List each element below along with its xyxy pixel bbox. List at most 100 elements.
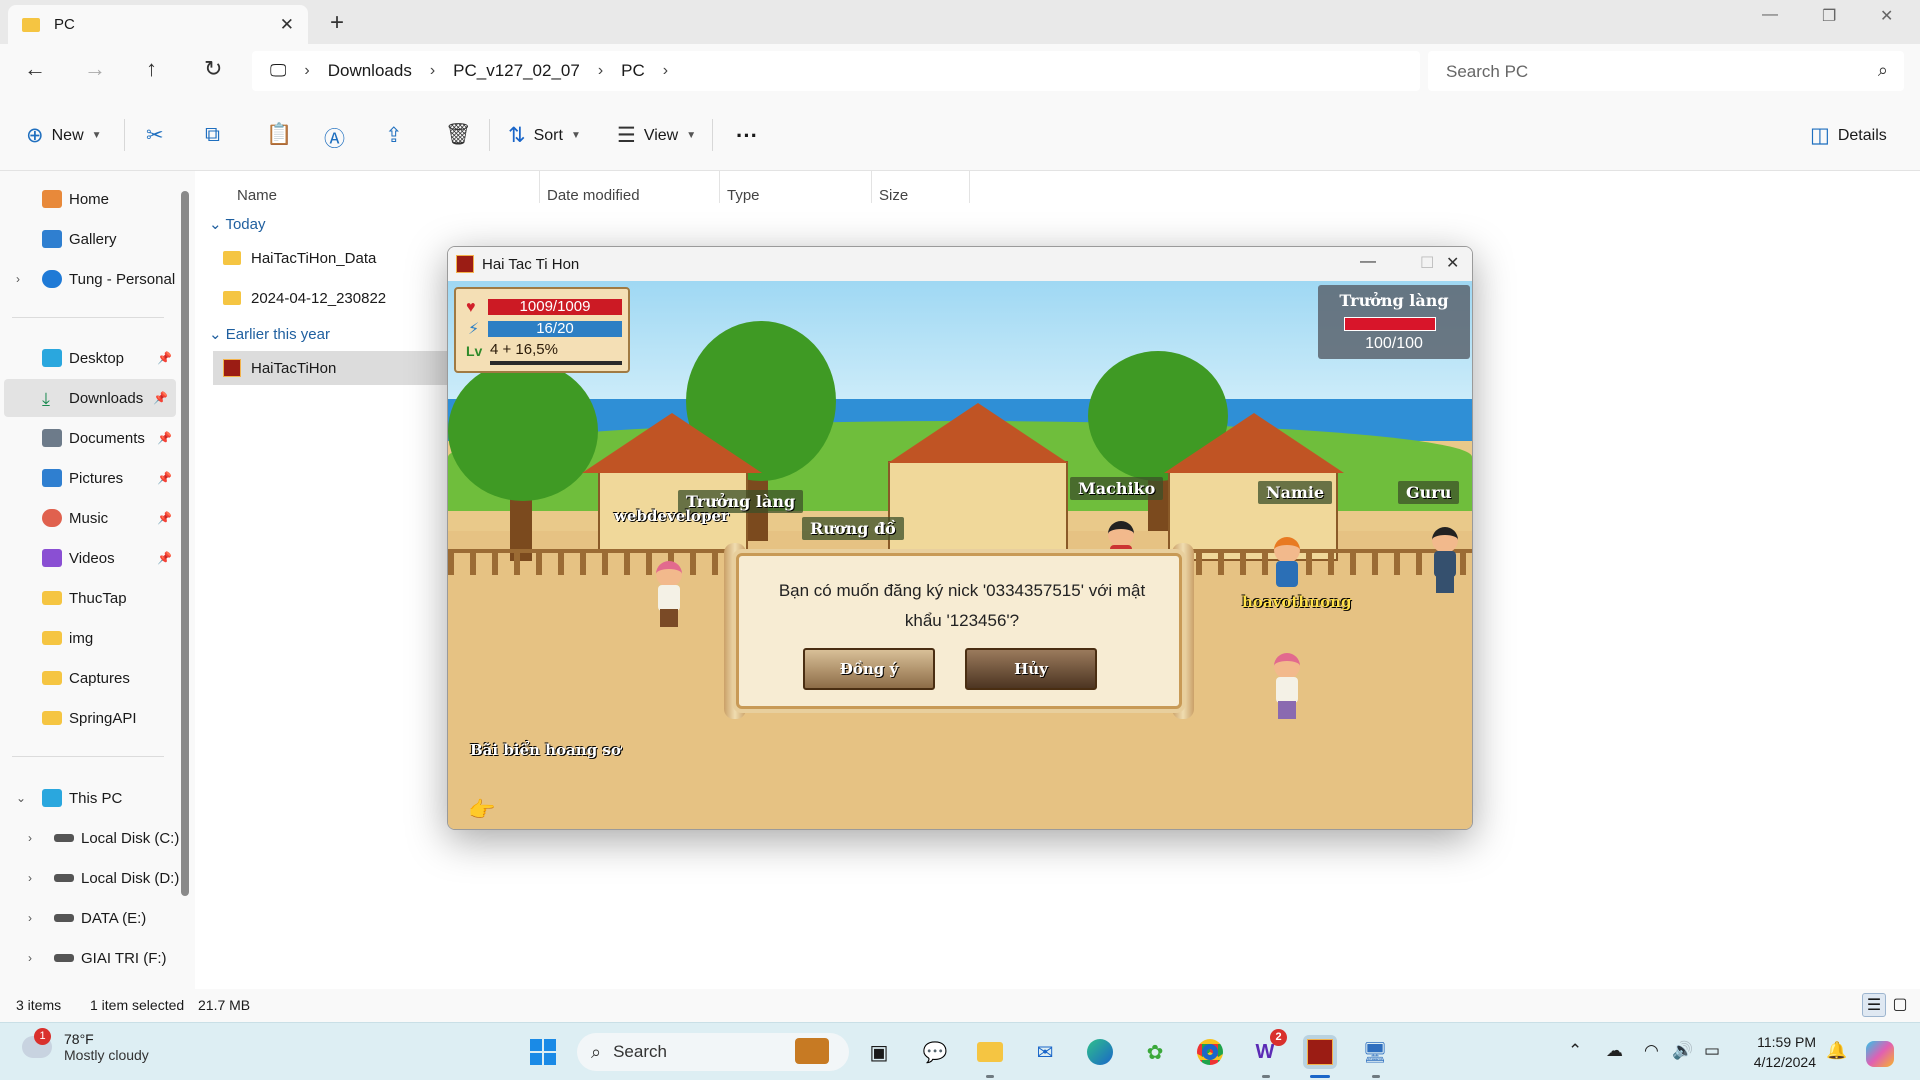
rename-button[interactable]: Ⓐ xyxy=(324,123,345,153)
tab-pc[interactable]: PC ✕ xyxy=(8,5,308,44)
sidebar-item-home[interactable]: Home xyxy=(0,180,180,218)
pin-icon[interactable]: 📌 xyxy=(153,391,168,405)
pin-icon[interactable]: 📌 xyxy=(157,471,172,485)
share-button[interactable]: ⇪ xyxy=(385,123,403,148)
pin-icon[interactable]: 📌 xyxy=(157,551,172,565)
minimize-button[interactable]: — xyxy=(1762,6,1778,24)
sidebar-item-documents[interactable]: Documents 📌 xyxy=(0,419,180,457)
chevron-right-icon[interactable]: › xyxy=(598,62,603,80)
chevron-right-icon[interactable]: › xyxy=(16,272,20,286)
close-tab-icon[interactable]: ✕ xyxy=(280,15,294,35)
app-w-icon[interactable]: W 2 xyxy=(1248,1029,1287,1069)
sidebar-item-img[interactable]: img xyxy=(0,619,180,657)
npc-label-namie[interactable]: Namie xyxy=(1258,481,1333,504)
view-button[interactable]: ☰ View ▼ xyxy=(617,123,696,148)
game-close-button[interactable]: ✕ xyxy=(1446,253,1459,273)
taskbar-search[interactable]: ⌕ Search xyxy=(577,1033,849,1071)
clock[interactable]: 11:59 PM 4/12/2024 xyxy=(1740,1032,1816,1072)
remote-desktop-icon[interactable]: 🖥 xyxy=(1358,1035,1392,1069)
player-label-webdeveloper[interactable]: webdeveloper xyxy=(614,507,729,525)
breadcrumb-pc-version[interactable]: PC_v127_02_07 xyxy=(453,61,580,81)
paste-button[interactable]: 📋 xyxy=(266,123,292,147)
more-options-icon[interactable]: ··· xyxy=(736,123,758,149)
sidebar-item-videos[interactable]: Videos 📌 xyxy=(0,539,180,577)
app-icon[interactable]: ✿ xyxy=(1138,1035,1172,1069)
chevron-right-icon[interactable]: › xyxy=(28,831,32,845)
cut-button[interactable]: ✂ xyxy=(146,123,164,148)
chevron-right-icon[interactable]: › xyxy=(304,62,309,80)
file-explorer-icon[interactable] xyxy=(973,1035,1007,1069)
pointing-hand-icon[interactable]: 👉 xyxy=(468,797,495,823)
sidebar-scrollbar[interactable] xyxy=(181,191,189,896)
back-button[interactable]: ← xyxy=(24,56,46,82)
pin-icon[interactable]: 📌 xyxy=(157,511,172,525)
sidebar-item-drive-e[interactable]: › DATA (E:) xyxy=(0,899,180,937)
up-button[interactable]: ↑ xyxy=(146,56,157,82)
edge-icon[interactable] xyxy=(1083,1035,1117,1069)
sidebar-item-drive-f[interactable]: › GIAI TRI (F:) xyxy=(0,939,180,977)
sidebar-item-downloads[interactable]: ⤓ Downloads 📌 xyxy=(4,379,176,417)
sidebar-item-gallery[interactable]: Gallery xyxy=(0,220,180,258)
column-type[interactable]: Type xyxy=(727,187,760,204)
details-view-button[interactable]: ☰ xyxy=(1862,993,1886,1017)
copy-button[interactable]: ⧉ xyxy=(205,123,220,147)
chevron-right-icon[interactable]: › xyxy=(663,62,668,80)
sort-button[interactable]: ⇅ Sort ▼ xyxy=(508,123,581,148)
sidebar-item-captures[interactable]: Captures xyxy=(0,659,180,697)
onedrive-icon[interactable]: ☁ xyxy=(1606,1041,1623,1061)
address-bar[interactable]: 🖵 › Downloads › PC_v127_02_07 › PC › xyxy=(252,51,1420,91)
game-titlebar[interactable]: Hai Tac Ti Hon — ☐ ✕ xyxy=(448,247,1472,281)
tiles-view-button[interactable]: ▢ xyxy=(1888,993,1912,1017)
sidebar-item-thispc[interactable]: ⌄ This PC xyxy=(0,779,180,817)
new-button[interactable]: ⊕ New ▼ xyxy=(26,123,102,148)
copilot-icon[interactable] xyxy=(1866,1041,1894,1067)
wifi-icon[interactable]: ◠ xyxy=(1644,1041,1659,1061)
breadcrumb-downloads[interactable]: Downloads xyxy=(328,61,412,81)
refresh-button[interactable]: ↻ xyxy=(204,56,222,82)
game-minimize-button[interactable]: — xyxy=(1360,253,1376,271)
sidebar-item-onedrive[interactable]: › Tung - Personal xyxy=(0,260,180,298)
chevron-right-icon[interactable]: › xyxy=(430,62,435,80)
group-earlier[interactable]: ⌄ Earlier this year xyxy=(209,325,330,343)
pin-icon[interactable]: 📌 xyxy=(157,431,172,445)
game-scene[interactable]: Trưởng làng webdeveloper Rương đồ Machik… xyxy=(448,281,1472,829)
mail-icon[interactable]: ✉ xyxy=(1028,1035,1062,1069)
npc-label-machiko[interactable]: Machiko xyxy=(1070,477,1164,500)
sidebar-item-drive-c[interactable]: › Local Disk (C:) xyxy=(0,819,180,857)
sidebar-item-springapi[interactable]: SpringAPI xyxy=(0,699,180,737)
chevron-down-icon[interactable]: ⌄ xyxy=(16,791,26,805)
chrome-icon[interactable] xyxy=(1193,1035,1227,1069)
details-button[interactable]: ◫ Details xyxy=(1810,123,1887,148)
breadcrumb-pc[interactable]: PC xyxy=(621,61,645,81)
task-view-icon[interactable]: ▣ xyxy=(862,1035,896,1069)
sidebar-item-desktop[interactable]: Desktop 📌 xyxy=(0,339,180,377)
column-name[interactable]: Name xyxy=(237,187,277,204)
chevron-right-icon[interactable]: › xyxy=(28,951,32,965)
sidebar-item-music[interactable]: Music 📌 xyxy=(0,499,180,537)
weather-widget[interactable]: 1 78°F Mostly cloudy xyxy=(22,1028,149,1063)
chat-icon[interactable]: 💬 xyxy=(918,1035,952,1069)
notification-bell-icon[interactable]: 🔔 xyxy=(1826,1041,1847,1061)
game-maximize-button[interactable]: ☐ xyxy=(1420,253,1434,273)
npc-label-ruong-do[interactable]: Rương đồ xyxy=(802,517,904,540)
sidebar-item-pictures[interactable]: Pictures 📌 xyxy=(0,459,180,497)
chevron-up-icon[interactable]: ⌃ xyxy=(1568,1041,1582,1061)
delete-button[interactable]: 🗑 xyxy=(445,123,472,147)
restore-button[interactable]: ❐ xyxy=(1822,6,1836,26)
forward-button[interactable]: → xyxy=(84,56,106,82)
volume-icon[interactable]: 🔊 xyxy=(1672,1041,1693,1061)
close-window-button[interactable]: ✕ xyxy=(1880,6,1893,26)
sidebar-item-drive-d[interactable]: › Local Disk (D:) xyxy=(0,859,180,897)
sidebar-item-thuctap[interactable]: ThucTap xyxy=(0,579,180,617)
agree-button[interactable]: Đồng ý xyxy=(803,648,935,690)
chevron-right-icon[interactable]: › xyxy=(28,911,32,925)
new-tab-button[interactable]: + xyxy=(330,9,344,37)
pin-icon[interactable]: 📌 xyxy=(157,351,172,365)
start-button[interactable] xyxy=(526,1035,560,1069)
battery-icon[interactable]: ▭ xyxy=(1704,1041,1720,1061)
game-taskbar-icon[interactable] xyxy=(1303,1035,1337,1069)
group-today[interactable]: ⌄ Today xyxy=(209,215,266,233)
chevron-right-icon[interactable]: › xyxy=(28,871,32,885)
npc-label-guru[interactable]: Guru xyxy=(1398,481,1460,504)
column-date-modified[interactable]: Date modified xyxy=(547,187,640,204)
